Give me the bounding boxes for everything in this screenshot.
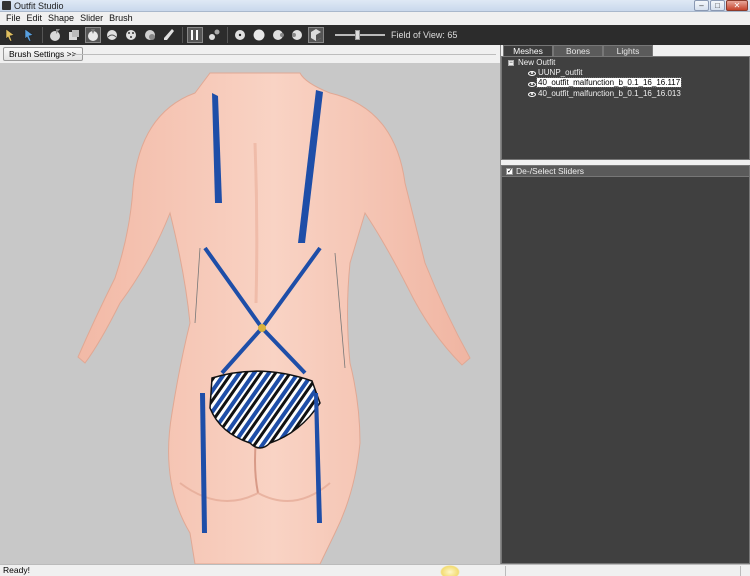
status-text: Ready! [3,565,30,575]
visibility-eye-icon[interactable] [528,92,536,97]
model-render [77,72,471,564]
app-icon [2,1,11,10]
cursor-highlight [440,565,460,576]
brush-mask-icon[interactable] [142,27,158,43]
select-tool-icon[interactable] [2,27,18,43]
fov-slider-track [335,34,385,36]
wireframe-view-icon[interactable] [251,27,267,43]
status-separator [505,566,506,576]
brush-deflate-icon[interactable] [66,27,82,43]
tab-lights[interactable]: Lights [603,45,653,56]
mesh-item-label-selected: 40_outfit_malfunction_b_0.1_16_16.117 [535,77,683,88]
fov-slider-thumb[interactable] [355,30,360,40]
edit-toggle-icon[interactable] [187,27,203,43]
menu-brush[interactable]: Brush [106,12,136,25]
transform-tool-icon[interactable] [21,27,37,43]
sliders-panel [501,177,750,564]
tree-collapse-toggle[interactable]: − [508,60,514,66]
mesh-tree-panel: − New Outfit UUNP_outfit 40_outfit_malfu… [501,56,750,160]
vertex-view-icon[interactable] [232,27,248,43]
lighting-view-icon[interactable] [270,27,286,43]
brush-settings-button[interactable]: Brush Settings >> [3,47,83,61]
shade-view-icon[interactable] [289,27,305,43]
fov-slider[interactable] [335,27,385,43]
toolbar: Field of View: 65 [0,25,750,45]
toolbar-separator [227,27,228,43]
status-separator [740,566,741,576]
status-bar: Ready! [0,564,750,576]
toolbar-separator [42,27,43,43]
deselect-sliders-checkbox[interactable]: ✓ [506,168,513,175]
tab-bones[interactable]: Bones [553,45,603,56]
mesh-item-uunp-outfit[interactable]: UUNP_outfit [538,68,582,78]
deselect-sliders-label: De-/Select Sliders [516,166,585,176]
title-bar: Outfit Studio – □ ✕ [0,0,750,12]
close-button[interactable]: ✕ [726,0,748,11]
visibility-eye-icon[interactable] [528,82,536,87]
visibility-eye-icon[interactable] [528,71,536,76]
tree-root-new-outfit[interactable]: New Outfit [518,58,555,68]
brush-standard-icon[interactable] [47,27,63,43]
panel-tabs: Meshes Bones Lights [501,45,750,56]
menu-shape[interactable]: Shape [45,12,77,25]
window-controls: – □ ✕ [694,0,748,11]
3d-viewport[interactable] [0,63,500,564]
brush-move-icon[interactable] [85,27,101,43]
brush-inflate-icon[interactable] [123,27,139,43]
brush-smooth-icon[interactable] [104,27,120,43]
sliders-header: ✓ De-/Select Sliders [501,165,750,177]
mesh-item-outfit-013[interactable]: 40_outfit_malfunction_b_0.1_16_16.013 [538,89,681,99]
menu-file[interactable]: File [3,12,24,25]
toolbar-separator [182,27,183,43]
texture-view-icon[interactable] [308,27,324,43]
weight-paint-icon[interactable] [206,27,222,43]
menu-edit[interactable]: Edit [24,12,46,25]
divider [72,54,496,55]
menu-bar: File Edit Shape Slider Brush [0,12,750,25]
maximize-button[interactable]: □ [710,0,725,11]
tab-meshes[interactable]: Meshes [503,45,553,56]
menu-slider[interactable]: Slider [77,12,106,25]
brush-unmask-icon[interactable] [161,27,177,43]
fov-label: Field of View: 65 [391,30,458,40]
brush-settings-bar: Brush Settings >> [0,45,500,63]
minimize-button[interactable]: – [694,0,709,11]
mesh-item-outfit-117[interactable]: 40_outfit_malfunction_b_0.1_16_16.117 [535,77,683,88]
window-title: Outfit Studio [14,1,64,11]
